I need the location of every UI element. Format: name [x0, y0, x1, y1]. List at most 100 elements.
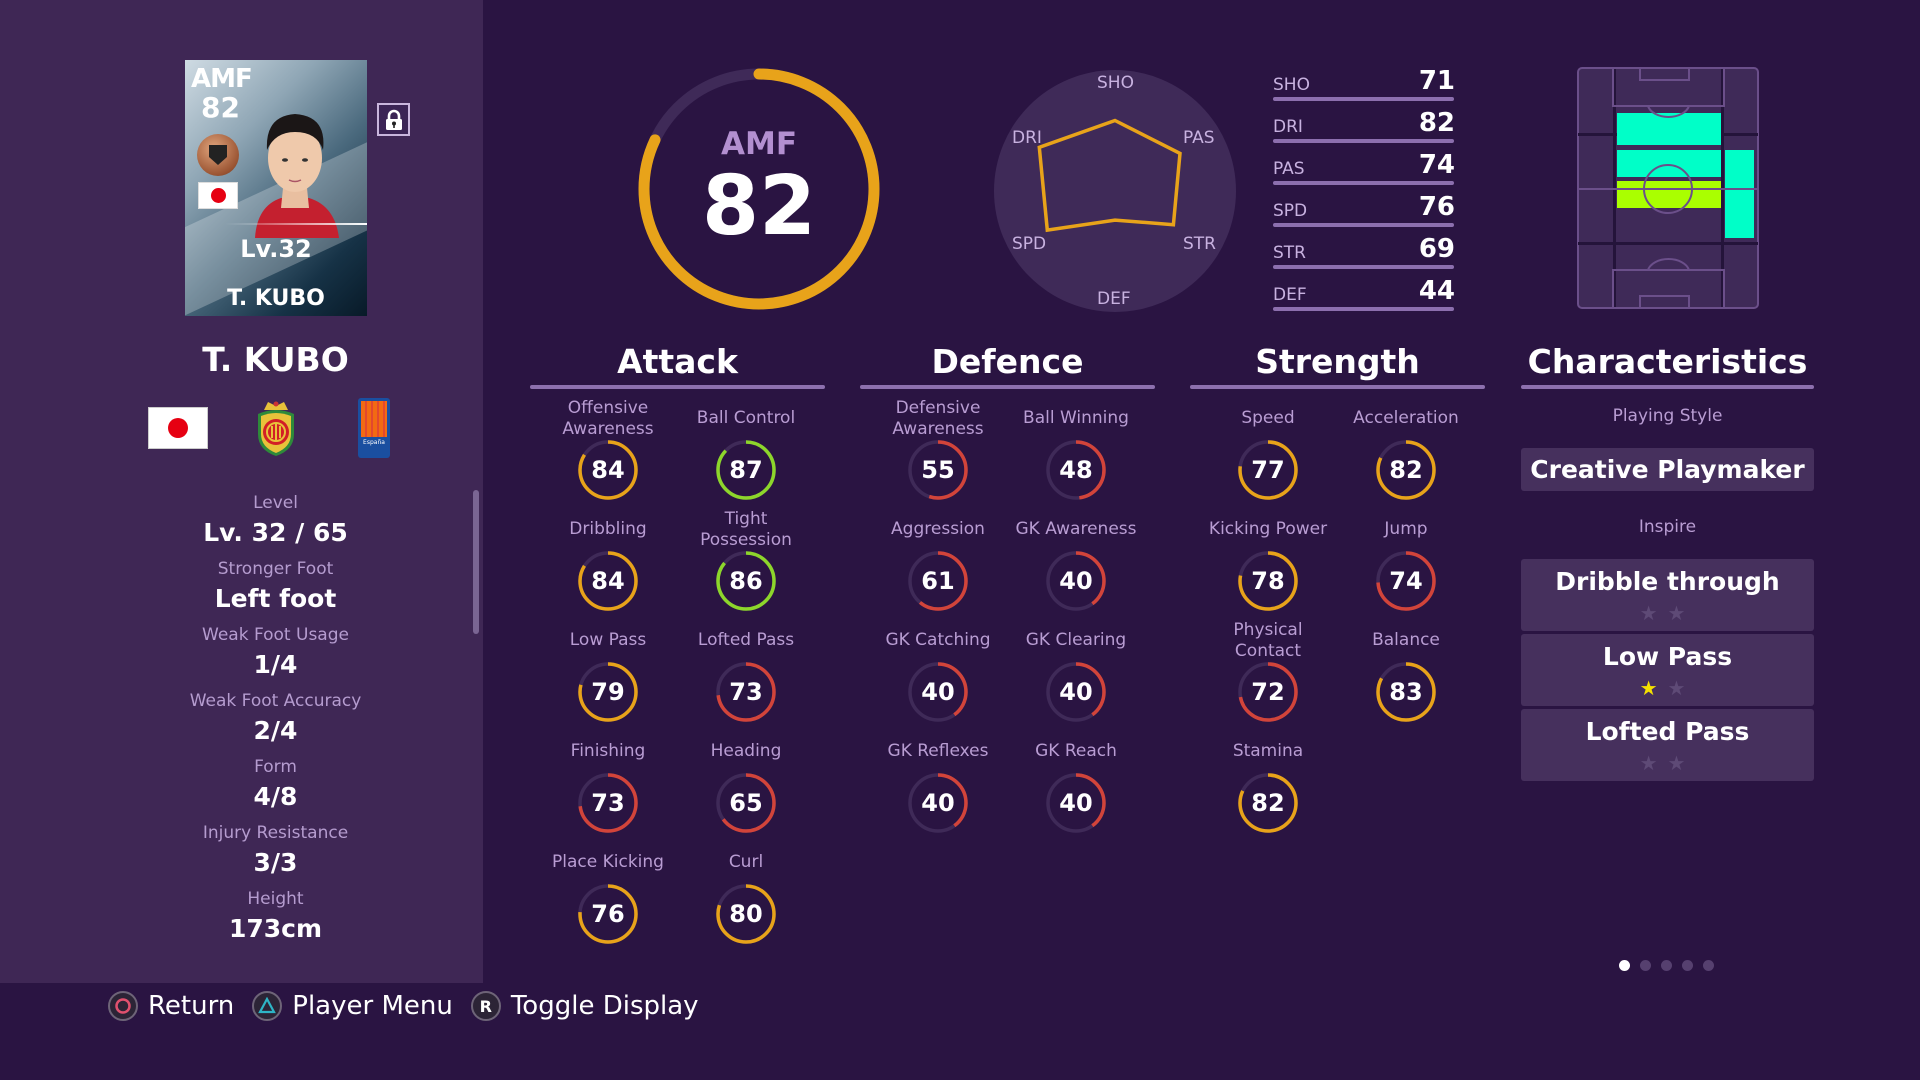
star-filled-icon: ★ — [1639, 676, 1668, 700]
inspire-item-lofted-pass[interactable]: Lofted Pass ★★ — [1521, 709, 1814, 781]
club-crest-icon[interactable] — [254, 398, 298, 458]
toggle-display-button[interactable]: R Toggle Display — [470, 991, 699, 1021]
info-value-weak-foot-usage: 1/4 — [253, 650, 298, 679]
player-name: T. KUBO — [202, 340, 349, 379]
player-menu-button[interactable]: Player Menu — [252, 991, 453, 1021]
stat-value: 83 — [1389, 678, 1423, 706]
stat-label-lofted-pass: Lofted Pass — [697, 630, 795, 650]
inspire-item-name: Low Pass — [1602, 642, 1733, 671]
stat-label-physical-contact: Physical Contact — [1233, 620, 1303, 661]
pitch-zone-cmf-upper — [1617, 150, 1721, 177]
radar-label-sho: SHO — [1097, 73, 1134, 93]
info-scrollbar[interactable] — [473, 490, 479, 634]
inspire-item-name: Dribble through — [1555, 567, 1780, 596]
return-button[interactable]: Return — [108, 991, 234, 1021]
summary-label-def: DEF — [1273, 285, 1307, 305]
lock-button[interactable] — [377, 103, 410, 136]
stat-label-gk-reach: GK Reach — [1035, 741, 1117, 761]
summary-value-spd: 76 — [1418, 192, 1455, 222]
page-dot-3[interactable] — [1661, 960, 1672, 971]
stat-label-dribbling: Dribbling — [569, 519, 647, 539]
stat-ring-aggression: 61 — [906, 549, 970, 613]
stat-ring-curl: 80 — [714, 882, 778, 946]
stat-label-gk-catching: GK Catching — [885, 630, 991, 650]
stat-ring-speed: 77 — [1236, 438, 1300, 502]
overall-rating-value: 82 — [701, 159, 817, 254]
inspire-stars: ★★ — [1521, 601, 1814, 625]
radar-label-def: DEF — [1097, 289, 1131, 309]
stat-value: 76 — [591, 900, 625, 928]
stat-value: 65 — [729, 789, 763, 817]
stat-value: 40 — [921, 789, 955, 817]
summary-divider — [1273, 307, 1454, 311]
section-divider — [1190, 385, 1485, 389]
summary-value-sho: 71 — [1418, 66, 1455, 96]
inspire-item-low-pass[interactable]: Low Pass ★★ — [1521, 634, 1814, 706]
stat-ring-dribbling: 84 — [576, 549, 640, 613]
stat-label-gk-reflexes: GK Reflexes — [887, 741, 989, 761]
stat-ring-defensive-awareness: 55 — [906, 438, 970, 502]
summary-value-def: 44 — [1418, 276, 1455, 306]
summary-label-str: STR — [1273, 243, 1306, 263]
stat-value: 87 — [729, 456, 763, 484]
stat-value: 40 — [1059, 567, 1093, 595]
stat-label-defensive-awareness: Defensive Awareness — [892, 398, 984, 439]
pitch-zone-rmf — [1725, 150, 1754, 238]
stat-label-ball-control: Ball Control — [696, 408, 796, 428]
star-empty-icon: ★ — [1667, 751, 1696, 775]
stat-ring-heading: 65 — [714, 771, 778, 835]
summary-label-pas: PAS — [1273, 159, 1305, 179]
star-empty-icon: ★ — [1667, 601, 1696, 625]
stat-value: 55 — [921, 456, 955, 484]
league-badge-text: España — [363, 439, 385, 446]
summary-value-str: 69 — [1418, 234, 1455, 264]
page-dot-2[interactable] — [1640, 960, 1651, 971]
page-dot-4[interactable] — [1682, 960, 1693, 971]
player-info-panel: AMF 82 Lv.32 T. KUBO T. KUBO España Leve… — [0, 0, 483, 983]
player-card[interactable]: AMF 82 Lv.32 T. KUBO — [185, 60, 367, 316]
stat-label-heading: Heading — [710, 741, 782, 761]
summary-label-spd: SPD — [1273, 201, 1308, 221]
overall-position: AMF — [720, 126, 798, 162]
stat-value: 84 — [591, 567, 625, 595]
stat-value: 79 — [591, 678, 625, 706]
stat-ring-finishing: 73 — [576, 771, 640, 835]
stat-label-gk-clearing: GK Clearing — [1025, 630, 1127, 650]
toggle-display-label: Toggle Display — [510, 991, 699, 1021]
section-title-attack: Attack — [617, 342, 738, 381]
section-divider — [1521, 385, 1814, 389]
playing-style-label: Playing Style — [1612, 406, 1723, 426]
stat-ring-lofted-pass: 73 — [714, 660, 778, 724]
league-badge-icon[interactable]: España — [358, 398, 390, 458]
stat-ring-gk-clearing: 40 — [1044, 660, 1108, 724]
page-dot-5[interactable] — [1703, 960, 1714, 971]
stat-ring-place-kicking: 76 — [576, 882, 640, 946]
stat-label-place-kicking: Place Kicking — [552, 852, 664, 872]
card-overall-rating: 82 — [201, 91, 240, 124]
summary-value-pas: 74 — [1418, 150, 1455, 180]
info-label-level: Level — [253, 493, 298, 513]
stat-value: 82 — [1251, 789, 1285, 817]
stat-value: 40 — [1059, 678, 1093, 706]
stat-ring-tight-possession: 86 — [714, 549, 778, 613]
stat-value: 73 — [729, 678, 763, 706]
page-dot-1[interactable] — [1619, 960, 1630, 971]
pitch-zone-cmf-lower — [1617, 181, 1721, 208]
stat-value: 74 — [1389, 567, 1423, 595]
stat-label-balance: Balance — [1372, 630, 1440, 650]
triangle-button-icon — [252, 991, 283, 1021]
circle-button-icon — [108, 991, 138, 1021]
stat-value: 73 — [591, 789, 625, 817]
stat-ring-gk-reach: 40 — [1044, 771, 1108, 835]
r-button-icon: R — [470, 991, 501, 1021]
radar-label-spd: SPD — [1012, 234, 1047, 254]
info-label-injury-resistance: Injury Resistance — [202, 823, 349, 843]
card-player-name: T. KUBO — [227, 286, 325, 311]
section-divider — [860, 385, 1155, 389]
section-title-characteristics: Characteristics — [1527, 342, 1808, 381]
inspire-item-dribble-through[interactable]: Dribble through ★★ — [1521, 559, 1814, 631]
star-empty-icon: ★ — [1639, 601, 1668, 625]
stat-ring-physical-contact: 72 — [1236, 660, 1300, 724]
section-title-strength: Strength — [1255, 342, 1420, 381]
playing-style-value[interactable]: Creative Playmaker — [1521, 448, 1814, 491]
